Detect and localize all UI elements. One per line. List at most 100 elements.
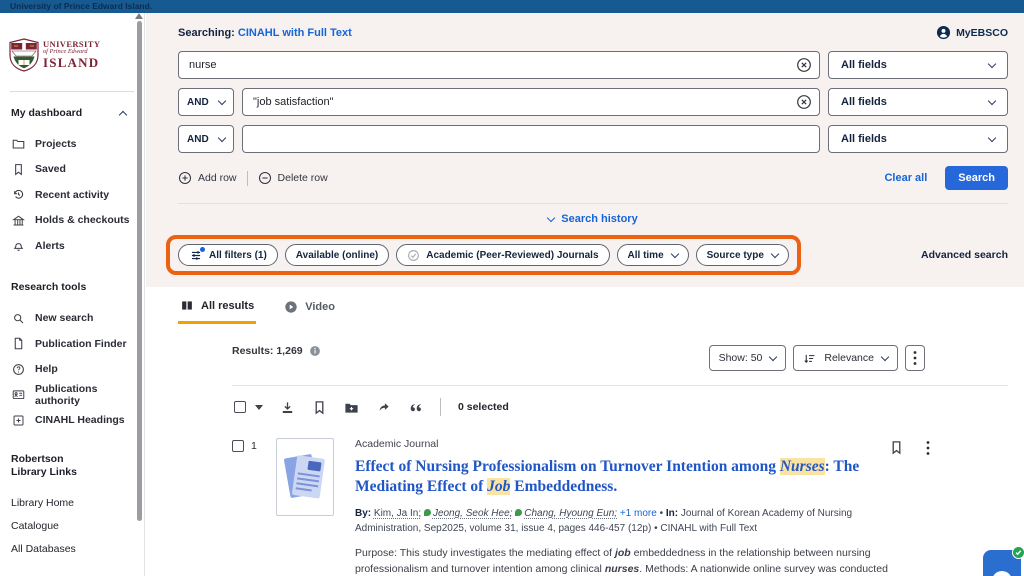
sidebar-item-publications-authority[interactable]: Publications authority bbox=[12, 382, 144, 408]
search-term-input-3[interactable] bbox=[242, 125, 820, 153]
field-select-1[interactable]: All fields bbox=[828, 51, 1008, 79]
add-to-folder-icon[interactable] bbox=[344, 400, 359, 415]
delete-row-button[interactable]: Delete row bbox=[258, 171, 328, 185]
result-overflow-menu-icon[interactable] bbox=[926, 440, 930, 456]
author-link[interactable]: Kim, Ja In; bbox=[374, 508, 421, 519]
sidebar-item-alerts[interactable]: Alerts bbox=[12, 233, 144, 259]
result-thumbnail[interactable] bbox=[276, 438, 334, 516]
filter-bar: All filters (1) Available (online) Acade… bbox=[146, 233, 1024, 287]
sidebar-item-new-search[interactable]: New search bbox=[12, 306, 144, 332]
chat-widget[interactable] bbox=[983, 550, 1021, 576]
available-online-pill[interactable]: Available (online) bbox=[285, 244, 389, 266]
main-content: Searching: CINAHL with Full Text MyEBSCO… bbox=[146, 13, 1024, 576]
select-all-checkbox[interactable] bbox=[234, 401, 246, 413]
scrollbar-up-arrow[interactable] bbox=[135, 13, 143, 19]
sidebar-item-holds-checkouts[interactable]: Holds & checkouts bbox=[12, 208, 144, 234]
all-filters-pill[interactable]: All filters (1) bbox=[178, 244, 278, 266]
sidebar-link-catalogue[interactable]: Catalogue bbox=[11, 514, 144, 537]
peer-reviewed-pill[interactable]: Academic (Peer-Reviewed) Journals bbox=[396, 244, 609, 266]
my-dashboard-header[interactable]: My dashboard bbox=[11, 107, 126, 119]
search-term-input-1[interactable] bbox=[178, 51, 820, 79]
results-toolbar: 0 selected bbox=[232, 386, 1008, 426]
filter-active-badge bbox=[200, 247, 205, 252]
sort-select[interactable]: Relevance bbox=[793, 345, 898, 371]
chevron-down-icon bbox=[218, 133, 226, 141]
journal-pages-illustration bbox=[283, 448, 327, 506]
search-term-input-2[interactable] bbox=[242, 88, 820, 116]
sidebar-item-projects[interactable]: Projects bbox=[12, 131, 144, 157]
operator-select-2[interactable]: AND bbox=[178, 88, 234, 116]
info-icon[interactable] bbox=[309, 345, 321, 357]
author-profile-icon bbox=[424, 509, 431, 516]
save-result-bookmark-icon[interactable] bbox=[889, 440, 904, 455]
author-link[interactable]: Chang, Hyoung Eun; bbox=[524, 508, 617, 519]
author-link[interactable]: Jeong, Seok Hee; bbox=[433, 508, 513, 519]
show-per-page-select[interactable]: Show: 50 bbox=[709, 345, 787, 371]
results-overflow-menu[interactable] bbox=[905, 345, 925, 371]
source-type-pill[interactable]: Source type bbox=[696, 244, 789, 266]
sidebar-item-help[interactable]: Help bbox=[12, 357, 144, 383]
tab-video[interactable]: Video bbox=[282, 295, 337, 324]
operator-select-3[interactable]: AND bbox=[178, 125, 234, 153]
top-bar: University of Prince Edward Island. bbox=[0, 0, 1024, 13]
institution-name: University of Prince Edward Island. bbox=[0, 0, 1024, 13]
chevron-down-icon bbox=[988, 133, 996, 141]
chevron-down-icon bbox=[218, 96, 226, 104]
chevron-down-icon bbox=[670, 249, 678, 257]
add-row-button[interactable]: Add row bbox=[178, 171, 237, 185]
search-row-2: AND All fields bbox=[178, 88, 1008, 116]
bookmark-icon bbox=[12, 163, 25, 176]
matched-term: job bbox=[615, 547, 631, 559]
result-byline: By: Kim, Ja In; Jeong, Seok Hee; Chang, … bbox=[355, 506, 900, 537]
chevron-down-icon bbox=[769, 352, 777, 360]
tab-all-results[interactable]: All results bbox=[178, 295, 256, 324]
clear-all-link[interactable]: Clear all bbox=[884, 172, 927, 184]
my-dashboard-label: My dashboard bbox=[11, 107, 82, 119]
upei-logo[interactable]: UNIVERSITY of Prince Edward ISLAND bbox=[9, 38, 136, 72]
library-building-icon bbox=[12, 214, 25, 227]
sidebar-item-recent-activity[interactable]: Recent activity bbox=[12, 182, 144, 208]
sidebar-link-all-databases[interactable]: All Databases bbox=[11, 537, 144, 560]
result-title-link[interactable]: Effect of Nursing Professionalism on Tur… bbox=[355, 457, 900, 498]
divider bbox=[440, 398, 441, 416]
result-index: 1 bbox=[251, 440, 257, 576]
select-menu-caret[interactable] bbox=[255, 405, 263, 410]
collection-icon bbox=[180, 299, 194, 312]
field-select-3[interactable]: All fields bbox=[828, 125, 1008, 153]
field-select-2[interactable]: All fields bbox=[828, 88, 1008, 116]
clear-input-icon[interactable] bbox=[796, 57, 812, 73]
selected-count: 0 selected bbox=[458, 401, 509, 413]
share-icon[interactable] bbox=[376, 400, 391, 415]
more-authors-link[interactable]: +1 more bbox=[620, 508, 657, 519]
sidebar-item-cinahl-headings[interactable]: CINAHL Headings bbox=[12, 408, 144, 434]
search-icon bbox=[12, 312, 25, 325]
sidebar-link-library-home[interactable]: Library Home bbox=[11, 491, 144, 514]
account-icon bbox=[936, 25, 951, 40]
history-icon bbox=[12, 188, 25, 201]
chevron-down-icon bbox=[988, 96, 996, 104]
sidebar-item-saved[interactable]: Saved bbox=[12, 157, 144, 183]
cite-quote-icon[interactable] bbox=[408, 400, 423, 415]
bell-icon bbox=[12, 239, 25, 252]
sidebar-scrollbar[interactable] bbox=[137, 21, 142, 521]
ebsco-search-page: University of Prince Edward Island. UNIV… bbox=[0, 0, 1024, 576]
all-time-pill[interactable]: All time bbox=[617, 244, 689, 266]
check-icon bbox=[1015, 549, 1022, 556]
filter-bar-highlight: All filters (1) Available (online) Acade… bbox=[166, 235, 801, 275]
database-link[interactable]: CINAHL with Full Text bbox=[238, 27, 352, 39]
search-button[interactable]: Search bbox=[945, 166, 1008, 190]
download-icon[interactable] bbox=[280, 400, 295, 415]
bookmark-icon[interactable] bbox=[312, 400, 327, 415]
search-history-toggle[interactable]: Search history bbox=[178, 204, 1008, 233]
result-checkbox[interactable] bbox=[232, 440, 244, 452]
play-circle-icon bbox=[284, 300, 298, 314]
sidebar-item-publication-finder[interactable]: Publication Finder bbox=[12, 331, 144, 357]
advanced-search-link[interactable]: Advanced search bbox=[921, 249, 1008, 261]
author-profile-icon bbox=[515, 509, 522, 516]
robertson-library-header: Robertson Library Links bbox=[11, 453, 97, 479]
kebab-icon bbox=[913, 350, 917, 366]
clear-input-icon[interactable] bbox=[796, 94, 812, 110]
myebsco-button[interactable]: MyEBSCO bbox=[936, 25, 1008, 40]
result-item-1: 1 bbox=[232, 438, 1008, 576]
folder-icon bbox=[12, 137, 25, 150]
